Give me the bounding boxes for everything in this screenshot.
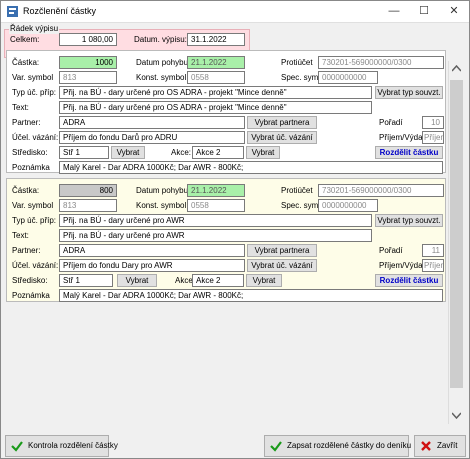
split2-select-partner-button[interactable]: Vybrat partnera xyxy=(247,244,317,257)
total-label: Celkem: xyxy=(10,35,40,44)
split1-date-label: Datum pohybu: xyxy=(136,58,191,67)
statement-date-label: Datum. výpisu: xyxy=(134,35,187,44)
write-to-journal-button[interactable]: Zapsat rozdělené částky do deníku xyxy=(264,435,412,457)
split2-select-purpose-button[interactable]: Vybrat úč. vázání xyxy=(247,259,317,272)
split1-spec-sym-field[interactable]: 0000000000 xyxy=(318,71,378,84)
split2-text-label: Text: xyxy=(12,231,29,240)
split1-income-label: Příjem/Výdaj xyxy=(379,133,425,142)
split1-amount-field[interactable]: 1000 xyxy=(59,56,117,69)
split2-order-field[interactable]: 11 xyxy=(422,244,444,257)
title-bar: Rozčlenění částky — ☐ ✕ xyxy=(1,1,469,23)
split2-order-label: Pořadí xyxy=(379,246,403,255)
checkmark-icon xyxy=(270,441,282,452)
split1-split-amount-button[interactable]: Rozdělit částku xyxy=(375,146,443,159)
statement-date-field[interactable]: 31.1.2022 xyxy=(187,33,245,46)
split1-select-action-button[interactable]: Vybrat xyxy=(246,146,280,159)
split2-action-field[interactable]: Akce 2 xyxy=(192,274,244,287)
checkmark-icon xyxy=(11,441,23,452)
split2-spec-sym-field[interactable]: 0000000000 xyxy=(318,199,378,212)
split1-note-field[interactable]: Malý Karel - Dar ADRA 1000Kč; Dar AWR - … xyxy=(59,161,443,174)
split2-type-field[interactable]: Přij. na BÚ - dary určené pro AWR xyxy=(59,214,372,227)
check-split-label: Kontrola rozdělení částky xyxy=(28,441,118,450)
split2-split-amount-button[interactable]: Rozdělit částku xyxy=(375,274,443,287)
split2-var-symbol-label: Var. symbol xyxy=(12,201,54,210)
split2-date-field[interactable]: 21.1.2022 xyxy=(187,184,245,197)
scroll-down-arrow-icon[interactable] xyxy=(452,412,461,419)
minimize-button[interactable]: — xyxy=(379,3,409,19)
split2-select-action-button[interactable]: Vybrat xyxy=(246,274,282,287)
split2-partner-label: Partner: xyxy=(12,246,41,255)
split1-income-field[interactable]: Příjem xyxy=(422,131,444,144)
split1-order-label: Pořadí xyxy=(379,118,403,127)
split2-var-symbol-field[interactable]: 813 xyxy=(59,199,117,212)
split1-partner-field[interactable]: ADRA xyxy=(59,116,245,129)
split1-partner-label: Partner: xyxy=(12,118,41,127)
split1-select-center-button[interactable]: Vybrat xyxy=(111,146,145,159)
split2-type-label: Typ úč. příp: xyxy=(12,216,57,225)
split2-purpose-field[interactable]: Příjem do fondu Dary pro AWR xyxy=(59,259,245,272)
split1-text-label: Text: xyxy=(12,103,29,112)
split2-select-type-button[interactable]: Vybrat typ souvzt. xyxy=(375,214,443,227)
split2-partner-field[interactable]: ADRA xyxy=(59,244,245,257)
split1-purpose-field[interactable]: Příjem do fondu Darů pro ADRU xyxy=(59,131,245,144)
split2-konst-symbol-field[interactable]: 0558 xyxy=(187,199,245,212)
split1-konst-symbol-label: Konst. symbol xyxy=(136,73,187,82)
split1-date-field[interactable]: 21.1.2022 xyxy=(187,56,245,69)
split1-konst-symbol-field[interactable]: 0558 xyxy=(187,71,245,84)
split2-note-label: Poznámka xyxy=(12,291,50,300)
split2-text-field[interactable]: Přij. na BÚ - dary určené pro AWR xyxy=(59,229,372,242)
split2-konst-symbol-label: Konst. symbol xyxy=(136,201,187,210)
split1-type-label: Typ úč. příp: xyxy=(12,88,57,97)
split2-purpose-label: Účel. vázání: xyxy=(12,261,59,270)
split2-center-field[interactable]: Stř 1 xyxy=(59,274,113,287)
split2-amount-field[interactable]: 800 xyxy=(59,184,117,197)
split1-note-label: Poznámka xyxy=(12,163,50,172)
split1-text-field[interactable]: Přij. na BÚ - dary určené pro OS ADRA - … xyxy=(59,101,372,114)
close-x-icon xyxy=(421,441,431,451)
split2-spec-sym-label: Spec. sym: xyxy=(281,201,321,210)
split2-amount-label: Částka: xyxy=(12,186,40,195)
split1-type-field[interactable]: Přij. na BÚ - dary určené pro OS ADRA - … xyxy=(59,86,372,99)
split2-counter-account-label: Protiúčet xyxy=(281,186,313,195)
split1-spec-sym-label: Spec. sym: xyxy=(281,73,321,82)
split1-select-type-button[interactable]: Vybrat typ souvzt. xyxy=(375,86,443,99)
split2-select-center-button[interactable]: Vybrat xyxy=(117,274,157,287)
split1-order-field[interactable]: 10 xyxy=(422,116,444,129)
split1-action-field[interactable]: Akce 2 xyxy=(192,146,244,159)
write-to-journal-label: Zapsat rozdělené částky do deníku xyxy=(287,441,412,450)
app-icon xyxy=(7,6,18,17)
split1-center-label: Středisko: xyxy=(12,148,48,157)
check-split-button[interactable]: Kontrola rozdělení částky xyxy=(5,435,118,457)
split1-select-partner-button[interactable]: Vybrat partnera xyxy=(247,116,317,129)
scrollbar-thumb[interactable] xyxy=(450,80,463,388)
split1-var-symbol-label: Var. symbol xyxy=(12,73,54,82)
split1-counter-account-label: Protiúčet xyxy=(281,58,313,67)
split1-purpose-label: Účel. vázání: xyxy=(12,133,59,142)
split1-select-purpose-button[interactable]: Vybrat úč. vázání xyxy=(247,131,317,144)
split2-date-label: Datum pohybu: xyxy=(136,186,191,195)
split2-income-field[interactable]: Příjem xyxy=(422,259,444,272)
split1-center-field[interactable]: Stř 1 xyxy=(59,146,109,159)
dialog-window: Rozčlenění částky — ☐ ✕ Řádek výpisu Cel… xyxy=(0,0,470,459)
statement-group-label: Řádek výpisu xyxy=(9,23,60,34)
window-title: Rozčlenění částky xyxy=(23,6,97,16)
split2-counter-account-field[interactable]: 730201-569000000/0300 xyxy=(318,184,444,197)
split2-note-field[interactable]: Malý Karel - Dar ADRA 1000Kč; Dar AWR - … xyxy=(59,289,443,302)
split2-center-label: Středisko: xyxy=(12,276,48,285)
close-dialog-label: Zavřít xyxy=(437,441,458,450)
scroll-up-arrow-icon[interactable] xyxy=(452,65,461,72)
split1-var-symbol-field[interactable]: 813 xyxy=(59,71,117,84)
close-button[interactable]: ✕ xyxy=(439,3,469,19)
split1-action-label: Akce: xyxy=(171,148,192,157)
split2-income-label: Příjem/Výdaj xyxy=(379,261,425,270)
vertical-scrollbar[interactable] xyxy=(448,61,464,424)
total-field[interactable]: 1 080,00 xyxy=(59,33,117,46)
split1-amount-label: Částka: xyxy=(12,58,40,67)
close-dialog-button[interactable]: Zavřít xyxy=(414,435,466,457)
maximize-button[interactable]: ☐ xyxy=(409,3,439,19)
split1-counter-account-field[interactable]: 730201-569000000/0300 xyxy=(318,56,444,69)
